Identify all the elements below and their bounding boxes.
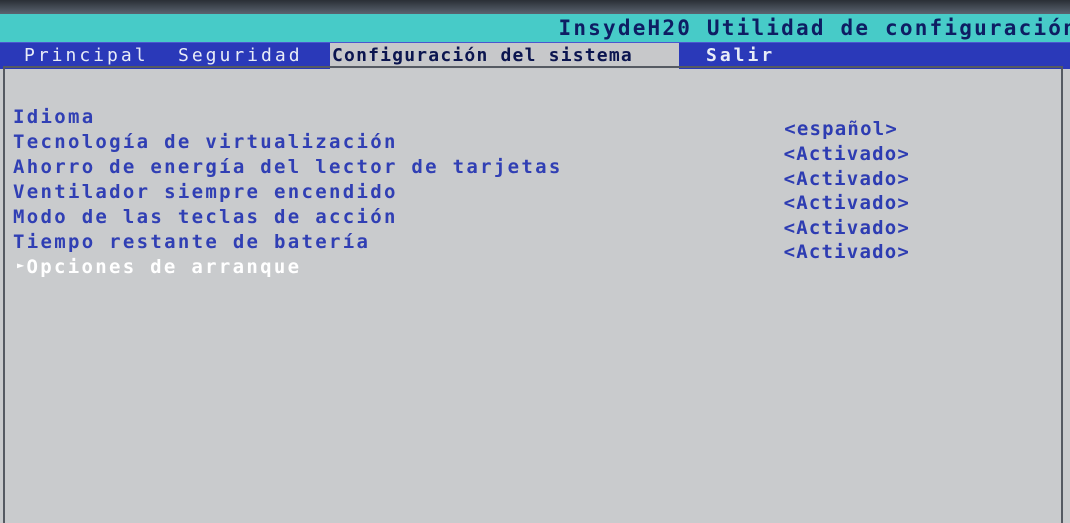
title-bar: InsydeH20 Utilidad de configuración (0, 14, 1070, 43)
setting-label-idioma[interactable]: Idioma (13, 106, 95, 128)
setting-label-ahorro-lector-tarjetas[interactable]: Ahorro de energía del lector de tarjetas (13, 156, 563, 178)
submenu-opciones-de-arranque[interactable]: ►Opciones de arranque (17, 256, 301, 278)
setting-label-virtualizacion[interactable]: Tecnología de virtualización (13, 131, 398, 153)
menu-bar: Principal Seguridad Configuración del si… (0, 42, 1070, 69)
setting-label-tiempo-bateria[interactable]: Tiempo restante de batería (13, 231, 370, 253)
setting-value-ventilador[interactable]: <Activado> (784, 192, 910, 214)
app-title: InsydeH20 Utilidad de configuración (558, 16, 1070, 40)
setting-value-idioma[interactable]: <español> (784, 118, 898, 140)
setting-label-teclas-accion[interactable]: Modo de las teclas de acción (13, 206, 398, 228)
setting-value-ahorro-lector-tarjetas[interactable]: <Activado> (784, 168, 910, 190)
submenu-label: Opciones de arranque (26, 256, 302, 278)
setting-value-tiempo-bateria[interactable]: <Activado> (784, 241, 910, 263)
bios-setup-screen: InsydeH20 Utilidad de configuración Prin… (0, 0, 1070, 523)
setting-label-ventilador[interactable]: Ventilador siempre encendido (13, 181, 398, 203)
setting-value-virtualizacion[interactable]: <Activado> (784, 143, 910, 165)
monitor-bezel-edge (0, 0, 1070, 14)
setting-value-teclas-accion[interactable]: <Activado> (784, 217, 910, 239)
submenu-arrow-icon: ► (17, 258, 27, 272)
